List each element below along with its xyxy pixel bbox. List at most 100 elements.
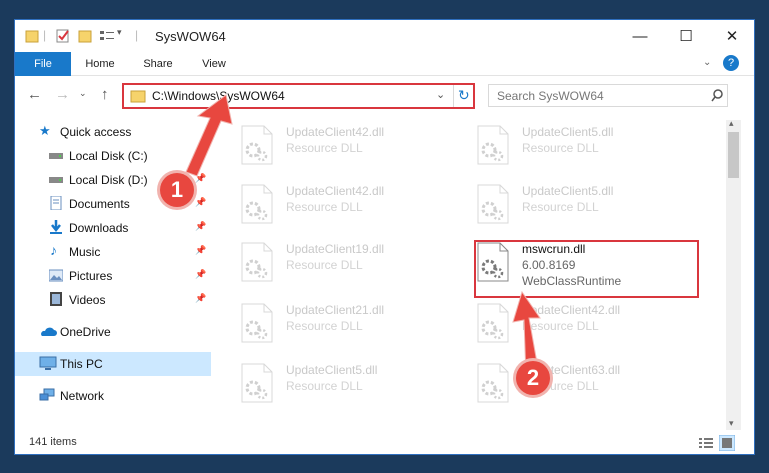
file-item[interactable]: UpdateClient5.dll Resource DLL bbox=[476, 123, 686, 171]
address-path: C:\Windows\SysWOW64 bbox=[152, 89, 285, 103]
highlight-box bbox=[474, 240, 699, 298]
file-item[interactable]: UpdateClient19.dll Resource DLL bbox=[240, 240, 450, 288]
nav-item-this-pc[interactable]: This PC bbox=[15, 352, 211, 376]
file-description: Resource DLL bbox=[522, 141, 599, 155]
dll-file-icon bbox=[241, 184, 273, 224]
nav-item-local-disk-c[interactable]: Local Disk (C:) 📌 bbox=[15, 144, 211, 168]
explorer-window: | ▾ | SysWOW64 — ☐ ✕ File Home Share Vie… bbox=[14, 19, 755, 455]
scrollbar-thumb[interactable] bbox=[728, 132, 739, 178]
vertical-scrollbar[interactable]: ▴ ▾ bbox=[726, 118, 741, 430]
callout-badge-2: 2 bbox=[516, 361, 550, 395]
title-bar: | ▾ | SysWOW64 — ☐ ✕ bbox=[15, 20, 754, 52]
expand-ribbon-icon[interactable]: ⌄ bbox=[703, 57, 711, 68]
file-item[interactable]: UpdateClient42.dll Resource DLL bbox=[240, 123, 450, 171]
large-icons-view-icon[interactable] bbox=[719, 435, 735, 451]
address-bar[interactable]: C:\Windows\SysWOW64 ⌄ ↻ bbox=[122, 83, 475, 109]
nav-item-label: Music bbox=[69, 245, 101, 259]
tab-home[interactable]: Home bbox=[79, 52, 121, 76]
toolbar-divider: | bbox=[43, 28, 47, 42]
scroll-up-icon[interactable]: ▴ bbox=[729, 118, 734, 129]
pin-icon[interactable]: 📌 bbox=[195, 149, 206, 160]
tab-view[interactable]: View bbox=[193, 52, 235, 76]
help-button[interactable]: ? bbox=[723, 55, 739, 71]
chevron-down-icon[interactable]: ⌄ bbox=[436, 88, 445, 101]
callout-badge-1: 1 bbox=[160, 173, 194, 207]
pin-icon[interactable]: 📌 bbox=[195, 197, 206, 208]
file-name: UpdateClient21.dll bbox=[286, 303, 385, 317]
nav-item-label: Local Disk (C:) bbox=[69, 149, 148, 163]
dll-file-icon bbox=[241, 363, 273, 403]
search-icon[interactable] bbox=[711, 89, 724, 102]
properties-icon[interactable] bbox=[55, 28, 71, 44]
computer-icon bbox=[39, 356, 57, 370]
drive-icon bbox=[49, 177, 63, 183]
status-bar: 141 items bbox=[15, 430, 754, 454]
nav-item-label: OneDrive bbox=[60, 325, 111, 339]
pin-icon[interactable]: 📌 bbox=[195, 173, 206, 184]
customize-toolbar-icon[interactable] bbox=[99, 28, 115, 44]
maximize-button[interactable]: ☐ bbox=[663, 20, 709, 52]
ribbon: File Home Share View ⌄ ? bbox=[15, 52, 754, 76]
nav-item-label: Videos bbox=[69, 293, 106, 307]
new-folder-icon[interactable] bbox=[78, 28, 92, 44]
folder-icon[interactable] bbox=[25, 28, 39, 44]
minimize-button[interactable]: — bbox=[617, 20, 663, 52]
nav-item-videos[interactable]: Videos 📌 bbox=[15, 288, 211, 312]
file-item[interactable]: UpdateClient5.dll Resource DLL bbox=[476, 182, 686, 230]
scroll-down-icon[interactable]: ▾ bbox=[729, 418, 734, 429]
nav-item-label: Network bbox=[60, 389, 105, 403]
file-name: UpdateClient19.dll bbox=[286, 242, 385, 256]
dll-file-icon bbox=[477, 303, 509, 343]
pictures-icon bbox=[49, 269, 63, 282]
tab-file[interactable]: File bbox=[15, 52, 71, 76]
close-button[interactable]: ✕ bbox=[709, 20, 754, 52]
back-button[interactable]: ← bbox=[27, 86, 42, 103]
network-icon bbox=[39, 388, 55, 401]
folder-icon bbox=[130, 90, 146, 103]
nav-item-label: Downloads bbox=[69, 221, 129, 235]
search-input[interactable]: Search SysWOW64 bbox=[488, 84, 728, 107]
nav-item-network[interactable]: Network bbox=[15, 384, 211, 408]
nav-item-label: Quick access bbox=[60, 125, 132, 139]
nav-item-label: This PC bbox=[60, 357, 103, 371]
details-view-icon[interactable] bbox=[699, 437, 713, 449]
dll-file-icon bbox=[477, 125, 509, 165]
refresh-icon[interactable]: ↻ bbox=[458, 87, 470, 104]
music-icon: ♪ bbox=[50, 242, 57, 258]
file-item[interactable]: UpdateClient63.dll Resource DLL bbox=[476, 361, 686, 409]
file-name: UpdateClient5.dll bbox=[522, 184, 614, 198]
dll-file-icon bbox=[241, 125, 273, 165]
file-description: Resource DLL bbox=[522, 319, 599, 333]
item-count: 141 items bbox=[29, 436, 77, 448]
file-item[interactable]: UpdateClient5.dll Resource DLL bbox=[240, 361, 450, 409]
file-name: UpdateClient42.dll bbox=[286, 184, 385, 198]
cloud-icon bbox=[41, 327, 57, 336]
file-item[interactable]: UpdateClient21.dll Resource DLL bbox=[240, 301, 450, 349]
window-title: SysWOW64 bbox=[155, 29, 226, 44]
file-item[interactable]: UpdateClient42.dll Resource DLL bbox=[476, 301, 686, 349]
dll-file-icon bbox=[241, 303, 273, 343]
file-description: Resource DLL bbox=[286, 258, 363, 272]
file-description: Resource DLL bbox=[286, 379, 363, 393]
navigation-pane: ★ Quick access Local Disk (C:) 📌 Local D… bbox=[15, 120, 211, 420]
nav-item-pictures[interactable]: Pictures 📌 bbox=[15, 264, 211, 288]
pin-icon[interactable]: 📌 bbox=[195, 245, 206, 256]
nav-item-downloads[interactable]: Downloads 📌 bbox=[15, 216, 211, 240]
file-name: UpdateClient5.dll bbox=[522, 125, 614, 139]
chevron-down-icon[interactable]: ▾ bbox=[117, 27, 122, 38]
nav-item-onedrive[interactable]: OneDrive bbox=[15, 320, 211, 344]
forward-button[interactable]: → bbox=[55, 86, 70, 103]
pin-icon[interactable]: 📌 bbox=[195, 221, 206, 232]
tab-share[interactable]: Share bbox=[137, 52, 179, 76]
file-item[interactable]: UpdateClient42.dll Resource DLL bbox=[240, 182, 450, 230]
recent-locations-icon[interactable]: ⌄ bbox=[79, 88, 87, 99]
address-divider bbox=[453, 85, 454, 107]
pin-icon[interactable]: 📌 bbox=[195, 269, 206, 280]
nav-item-quick-access[interactable]: ★ Quick access bbox=[15, 120, 211, 144]
pin-icon[interactable]: 📌 bbox=[195, 293, 206, 304]
nav-item-label: Pictures bbox=[69, 269, 113, 283]
file-name: UpdateClient42.dll bbox=[286, 125, 385, 139]
up-button[interactable]: ↑ bbox=[101, 86, 109, 103]
file-description: Resource DLL bbox=[286, 319, 363, 333]
nav-item-music[interactable]: ♪ Music 📌 bbox=[15, 240, 211, 264]
